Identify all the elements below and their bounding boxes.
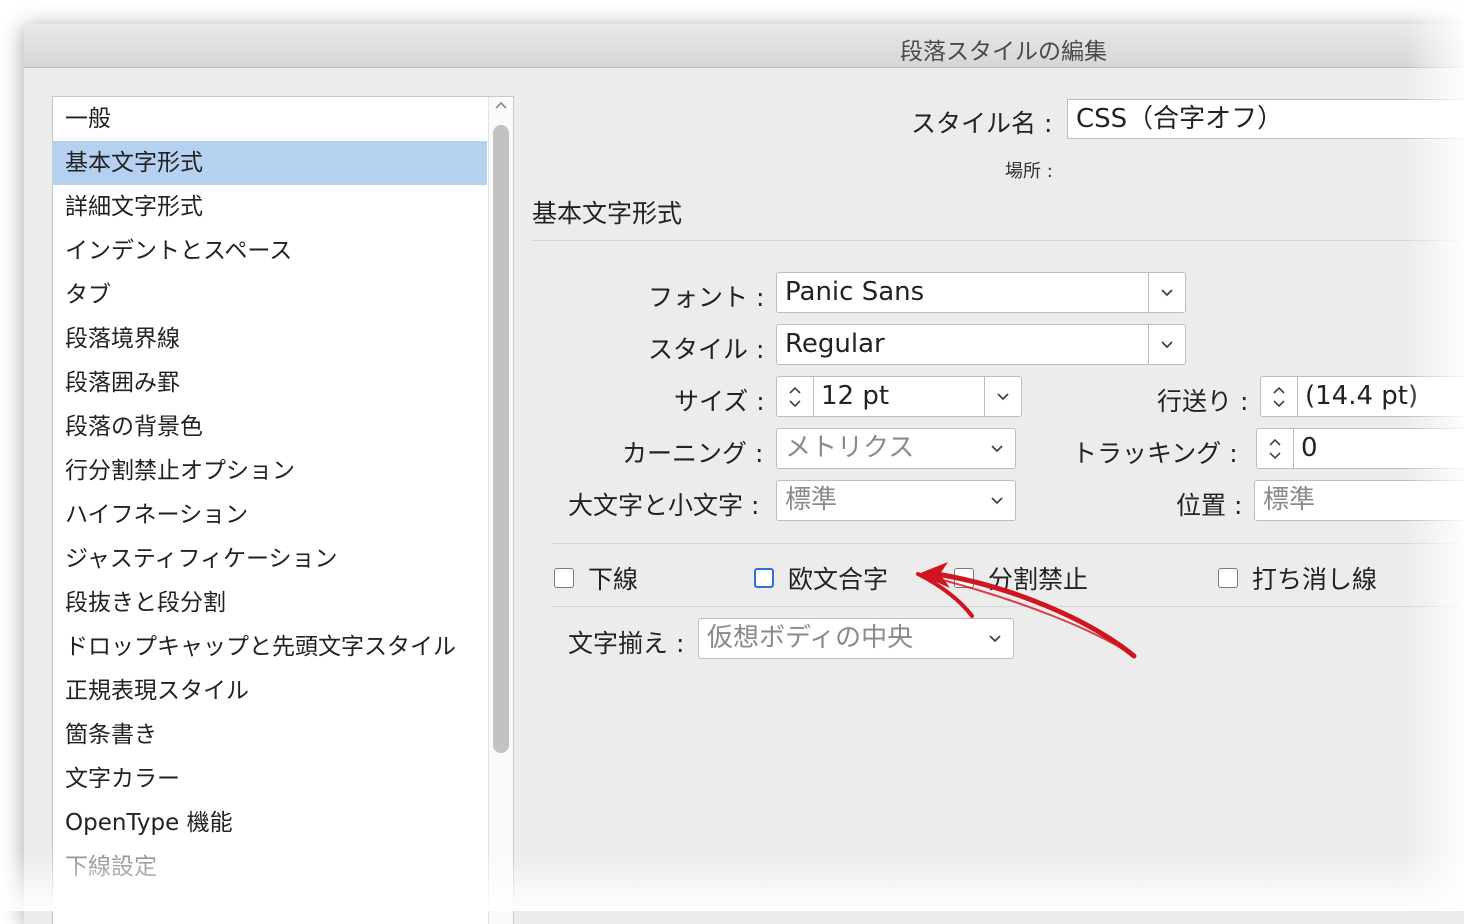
sidebar-item-drop-caps[interactable]: ドロップキャップと先頭文字スタイル [53,625,487,669]
ligatures-checkbox[interactable]: 欧文合字 [754,560,888,596]
alignment-value: 仮想ボディの中央 [707,623,914,653]
dialog-window: 段落スタイルの編集 一般 基本文字形式 詳細文字形式 インデントとスペース タブ… [24,24,1464,924]
scroll-up-icon[interactable] [494,99,508,113]
tracking-value: 0 [1301,433,1318,463]
leading-combo[interactable]: (14.4 pt) [1260,376,1464,417]
case-select[interactable]: 標準 [776,480,1016,521]
sidebar-scrollbar[interactable] [488,97,513,924]
checkbox-box[interactable] [554,568,574,588]
sidebar-item-paragraph-border[interactable]: 段落囲み罫 [53,361,487,405]
section-divider [532,240,1464,241]
leading-stepper[interactable] [1261,377,1298,416]
kerning-select[interactable]: メトリクス [776,428,1016,469]
fields-divider [552,543,1464,544]
sidebar-item-basic-character-formats[interactable]: 基本文字形式 [53,141,487,185]
ligatures-label: 欧文合字 [788,565,889,594]
sidebar-item-opentype-features[interactable]: OpenType 機能 [53,801,487,845]
category-list[interactable]: 一般 基本文字形式 詳細文字形式 インデントとスペース タブ 段落境界線 段落囲… [52,96,514,924]
sidebar-item-bullets-numbering[interactable]: 箇条書き [53,713,487,757]
leading-value: (14.4 pt) [1305,381,1419,411]
chevron-down-icon[interactable] [979,429,1015,468]
style-name-input[interactable]: CSS（合字オフ） [1067,99,1464,139]
case-label: 大文字と小文字 : [568,491,760,520]
leading-label: 行送り : [1157,387,1249,416]
style-label: スタイル : [648,335,765,364]
stepper-icon[interactable] [788,383,802,411]
strikethrough-checkbox[interactable]: 打ち消し線 [1218,560,1377,596]
kerning-value: メトリクス [785,433,915,463]
location-label: 場所 : [1005,161,1053,182]
sidebar-item-general[interactable]: 一般 [53,97,487,141]
tracking-label: トラッキング : [1072,439,1238,468]
font-value: Panic Sans [785,277,925,307]
font-label: フォント : [648,283,765,312]
sidebar-item-paragraph-shading[interactable]: 段落の背景色 [53,405,487,449]
checkbox-box[interactable] [754,568,774,588]
style-value: Regular [785,329,885,359]
position-value: 標準 [1263,485,1316,515]
case-value: 標準 [785,485,838,515]
scrollbar-thumb[interactable] [493,125,509,753]
style-combo[interactable]: Regular [776,324,1186,365]
no-break-label: 分割禁止 [988,565,1089,594]
sidebar-item-hyphenation[interactable]: ハイフネーション [53,493,487,537]
position-label: 位置 : [1176,491,1243,520]
position-select[interactable]: 標準 [1254,480,1464,521]
underline-label: 下線 [588,565,639,594]
section-title: 基本文字形式 [532,199,683,228]
sidebar-item-justification[interactable]: ジャスティフィケーション [53,537,487,581]
chevron-down-icon[interactable] [1148,273,1185,312]
font-combo[interactable]: Panic Sans [776,272,1186,313]
size-stepper[interactable] [777,377,814,416]
sidebar-item-character-color[interactable]: 文字カラー [53,757,487,801]
kerning-label: カーニング : [622,439,764,468]
stepper-icon[interactable] [1268,435,1282,463]
sidebar-item-span-columns[interactable]: 段抜きと段分割 [53,581,487,625]
sidebar-item-indents-and-spacing[interactable]: インデントとスペース [53,229,487,273]
alignment-label: 文字揃え : [568,629,685,658]
window-title: 段落スタイルの編集 [900,39,1107,65]
size-label: サイズ : [674,387,765,416]
strikethrough-label: 打ち消し線 [1252,565,1378,594]
sidebar-item-keep-options[interactable]: 行分割禁止オプション [53,449,487,493]
checkbox-box[interactable] [1218,568,1238,588]
checkbox-divider [552,606,1464,607]
no-break-checkbox[interactable]: 分割禁止 [954,560,1088,596]
title-bar: 段落スタイルの編集 [24,24,1464,68]
chevron-down-icon[interactable] [977,619,1013,658]
underline-checkbox[interactable]: 下線 [554,560,638,596]
chevron-down-icon[interactable] [979,481,1015,520]
chevron-down-icon[interactable] [984,377,1021,416]
sidebar-item-underline-options[interactable]: 下線設定 [53,845,487,889]
style-name-label: スタイル名 : [911,109,1053,138]
checkbox-box[interactable] [954,568,974,588]
sidebar-item-advanced-character-formats[interactable]: 詳細文字形式 [53,185,487,229]
alignment-select[interactable]: 仮想ボディの中央 [698,618,1014,659]
tracking-combo[interactable]: 0 [1256,428,1464,469]
tracking-stepper[interactable] [1257,429,1294,468]
sidebar-item-grep-style[interactable]: 正規表現スタイル [53,669,487,713]
size-combo[interactable]: 12 pt [776,376,1022,417]
sidebar-item-paragraph-rules[interactable]: 段落境界線 [53,317,487,361]
size-value: 12 pt [821,381,890,411]
sidebar-item-tabs[interactable]: タブ [53,273,487,317]
stepper-icon[interactable] [1272,383,1286,411]
chevron-down-icon[interactable] [1148,325,1185,364]
